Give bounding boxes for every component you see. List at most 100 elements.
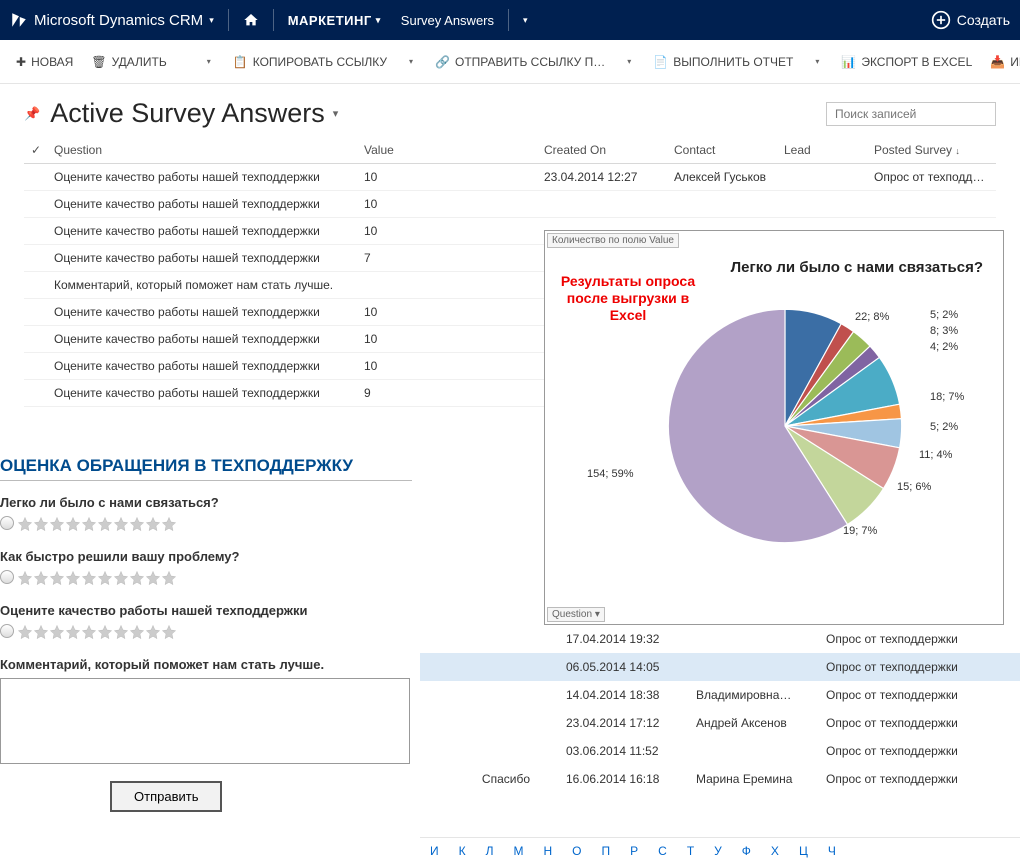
star-icon[interactable] — [129, 570, 145, 589]
col-question[interactable]: Question — [48, 137, 358, 164]
star-icon[interactable] — [81, 624, 97, 643]
home-icon — [243, 12, 259, 28]
cmd-copy-link[interactable]: 📋КОПИРОВАТЬ ССЫЛКУ — [233, 55, 387, 69]
pie-slice-label: 11; 4% — [919, 449, 952, 461]
rating-reset[interactable] — [0, 516, 14, 530]
star-icon[interactable] — [17, 624, 33, 643]
rating-q2[interactable] — [0, 570, 412, 589]
nav-area[interactable]: МАРКЕТИНГ ▾ — [288, 13, 381, 28]
alpha-letter[interactable]: С — [658, 844, 667, 858]
alpha-letter[interactable]: П — [602, 844, 611, 858]
pie-slice-label: 154; 59% — [587, 468, 633, 480]
caret-down-icon[interactable]: ▾ — [523, 15, 528, 26]
table-row[interactable]: Оцените качество работы нашей техподдерж… — [24, 191, 996, 218]
star-icon[interactable] — [145, 570, 161, 589]
star-icon[interactable] — [129, 624, 145, 643]
cmd-run-report[interactable]: 📄ВЫПОЛНИТЬ ОТЧЕТ — [653, 55, 793, 69]
alpha-letter[interactable]: Л — [486, 844, 494, 858]
cmd-new[interactable]: ✚НОВАЯ — [16, 55, 73, 69]
product-logo[interactable]: Microsoft Dynamics CRM ▾ — [10, 11, 214, 29]
table-row[interactable]: 14.04.2014 18:38Владимировна…Опрос от те… — [420, 681, 1020, 709]
rating-q1[interactable] — [0, 516, 412, 535]
cmd-delete[interactable]: 🗑УДАЛИТЬ — [91, 55, 166, 69]
chart-question-tag[interactable]: Question ▾ — [547, 607, 605, 622]
alpha-letter[interactable]: К — [459, 844, 466, 858]
star-icon[interactable] — [145, 624, 161, 643]
star-icon[interactable] — [17, 570, 33, 589]
submit-button[interactable]: Отправить — [110, 781, 222, 812]
home-button[interactable] — [243, 12, 259, 28]
table-row[interactable]: 17.04.2014 19:32Опрос от техподдержки — [420, 625, 1020, 653]
alpha-letter[interactable]: Т — [687, 844, 694, 858]
star-icon[interactable] — [49, 624, 65, 643]
star-icon[interactable] — [81, 516, 97, 535]
comment-textarea[interactable] — [0, 678, 410, 764]
pie-chart — [645, 286, 925, 566]
star-icon[interactable] — [161, 516, 177, 535]
view-title[interactable]: Active Survey Answers ▾ — [50, 98, 338, 129]
alpha-letter[interactable]: И — [430, 844, 439, 858]
cmd-import[interactable]: 📥ИМПОРТ ДАН — [990, 55, 1020, 69]
command-bar: ✚НОВАЯ 🗑УДАЛИТЬ ▾ 📋КОПИРОВАТЬ ССЫЛКУ ▾ 🔗… — [0, 40, 1020, 84]
star-icon[interactable] — [113, 624, 129, 643]
table-row[interactable]: Спасибо16.06.2014 16:18Марина ЕреминаОпр… — [420, 765, 1020, 793]
star-icon[interactable] — [49, 570, 65, 589]
col-contact[interactable]: Contact — [668, 137, 778, 164]
cmd-export-excel[interactable]: 📊ЭКСПОРТ В EXCEL — [841, 55, 972, 69]
col-lead[interactable]: Lead — [778, 137, 868, 164]
select-all-checkbox[interactable]: ✓ — [24, 137, 48, 164]
star-icon[interactable] — [97, 624, 113, 643]
star-icon[interactable] — [33, 624, 49, 643]
alpha-letter[interactable]: Ч — [828, 844, 836, 858]
table-row[interactable]: Оцените качество работы нашей техподдерж… — [24, 164, 996, 191]
alpha-letter[interactable]: Ф — [742, 844, 751, 858]
star-icon[interactable] — [65, 570, 81, 589]
rating-reset[interactable] — [0, 624, 14, 638]
star-icon[interactable] — [33, 516, 49, 535]
star-icon[interactable] — [65, 624, 81, 643]
star-icon[interactable] — [161, 570, 177, 589]
alpha-letter[interactable]: Х — [771, 844, 779, 858]
alpha-letter[interactable]: Ц — [799, 844, 808, 858]
cmd-email-link[interactable]: 🔗ОТПРАВИТЬ ССЫЛКУ П… — [435, 55, 605, 69]
nav-entity[interactable]: Survey Answers — [401, 13, 494, 28]
copy-icon: 📋 — [233, 55, 248, 69]
cmd-copy-dropdown[interactable]: ▾ — [405, 57, 417, 66]
star-icon[interactable] — [113, 516, 129, 535]
star-icon[interactable] — [65, 516, 81, 535]
search-input[interactable] — [826, 102, 996, 126]
star-icon[interactable] — [81, 570, 97, 589]
pie-slice-label: 19; 7% — [843, 525, 877, 537]
alpha-letter[interactable]: Р — [630, 844, 638, 858]
table-row[interactable]: 23.04.2014 17:12Андрей АксеновОпрос от т… — [420, 709, 1020, 737]
star-icon[interactable] — [97, 516, 113, 535]
pie-slice-label: 5; 2% — [930, 421, 958, 433]
star-icon[interactable] — [145, 516, 161, 535]
table-row[interactable]: 03.06.2014 11:52Опрос от техподдержки — [420, 737, 1020, 765]
pin-icon[interactable]: 📌 — [24, 106, 40, 122]
alpha-letter[interactable]: О — [572, 844, 581, 858]
cmd-report-dropdown[interactable]: ▾ — [811, 57, 823, 66]
rating-reset[interactable] — [0, 570, 14, 584]
star-icon[interactable] — [33, 570, 49, 589]
alpha-letter[interactable]: Н — [544, 844, 553, 858]
star-icon[interactable] — [17, 516, 33, 535]
create-button[interactable]: Создать — [931, 10, 1010, 30]
star-icon[interactable] — [49, 516, 65, 535]
alpha-letter[interactable]: У — [714, 844, 722, 858]
rating-q3[interactable] — [0, 624, 412, 643]
star-icon[interactable] — [129, 516, 145, 535]
chart-field-tag[interactable]: Количество по полю Value — [547, 233, 679, 248]
col-value[interactable]: Value — [358, 137, 538, 164]
col-createdon[interactable]: Created On — [538, 137, 668, 164]
cmd-delete-dropdown[interactable]: ▾ — [203, 57, 215, 66]
star-icon[interactable] — [161, 624, 177, 643]
star-icon[interactable] — [113, 570, 129, 589]
cmd-email-dropdown[interactable]: ▾ — [623, 57, 635, 66]
star-icon[interactable] — [97, 570, 113, 589]
survey-heading: ОЦЕНКА ОБРАЩЕНИЯ В ТЕХПОДДЕРЖКУ — [0, 456, 412, 481]
table-row[interactable]: 06.05.2014 14:05Опрос от техподдержки — [420, 653, 1020, 681]
col-postedsurvey[interactable]: Posted Survey ↓ — [868, 137, 996, 164]
alpha-letter[interactable]: М — [514, 844, 524, 858]
survey-form-panel: ОЦЕНКА ОБРАЩЕНИЯ В ТЕХПОДДЕРЖКУ Легко ли… — [0, 452, 420, 820]
